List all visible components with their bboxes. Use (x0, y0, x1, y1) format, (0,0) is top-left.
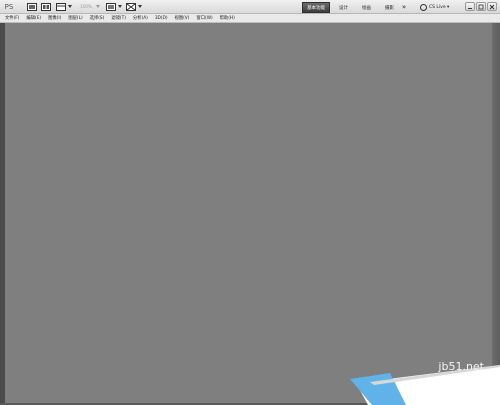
photoshop-window: PS 100% 基本功能 设计 绘画 摄影 » CS Live ▾ 文件(F) … (0, 0, 500, 405)
restore-button[interactable] (476, 2, 486, 11)
chevron-down-icon[interactable] (68, 5, 72, 8)
menu-window[interactable]: 窗口(W) (196, 14, 212, 23)
menu-layer[interactable]: 图层(L) (68, 14, 82, 23)
menu-image[interactable]: 图像(I) (48, 14, 61, 23)
menu-file[interactable]: 文件(F) (5, 14, 19, 23)
menu-help[interactable]: 帮助(H) (220, 14, 235, 23)
watermark-name: 脚本之家 (416, 378, 492, 399)
menu-bar: 文件(F) 编辑(E) 图像(I) 图层(L) 选择(S) 滤镜(T) 分析(A… (0, 14, 500, 23)
close-icon (489, 4, 495, 9)
cs-live-icon (420, 3, 427, 11)
bridge-icon (27, 3, 37, 11)
menu-view[interactable]: 视图(V) (175, 14, 190, 23)
ps-logo: PS (4, 3, 14, 11)
application-bar: PS 100% 基本功能 设计 绘画 摄影 » CS Live ▾ (0, 0, 500, 14)
right-panel-edge (492, 23, 500, 405)
zoom-level-field[interactable]: 100% (77, 3, 95, 11)
cs-live-button[interactable]: CS Live ▾ (420, 2, 449, 12)
watermark: jb51.net 脚本之家 (350, 355, 500, 405)
menu-3d[interactable]: 3D(D) (155, 14, 168, 23)
close-button[interactable] (487, 2, 497, 11)
cs-live-label: CS Live ▾ (429, 4, 450, 10)
minimize-button[interactable] (465, 2, 475, 11)
minibridge-icon (41, 3, 51, 11)
minimize-icon (468, 7, 472, 9)
chevron-down-icon[interactable] (138, 5, 142, 8)
arrange-documents-icon (106, 3, 116, 11)
workspace-design-button[interactable]: 设计 (334, 2, 353, 13)
window-controls (464, 2, 497, 11)
workspace-essentials-button[interactable]: 基本功能 (302, 1, 330, 13)
workspace-painting-button[interactable]: 绘画 (357, 2, 376, 13)
workspace-photography-button[interactable]: 摄影 (380, 2, 399, 13)
arrange-documents-button[interactable] (105, 2, 117, 12)
menu-filter[interactable]: 滤镜(T) (111, 14, 126, 23)
menu-analysis[interactable]: 分析(A) (133, 14, 148, 23)
menu-edit[interactable]: 编辑(E) (26, 14, 41, 23)
watermark-site: jb51.net (438, 360, 484, 373)
workspace-canvas-area (5, 23, 492, 405)
view-extras-icon (56, 3, 66, 11)
view-extras-button[interactable] (55, 2, 67, 12)
chevron-down-icon[interactable] (96, 5, 100, 8)
screen-mode-icon (126, 3, 136, 11)
chevron-down-icon[interactable] (118, 5, 122, 8)
screen-mode-button[interactable] (125, 2, 137, 12)
menu-select[interactable]: 选择(S) (90, 14, 105, 23)
restore-icon (478, 4, 484, 9)
more-workspaces-button[interactable]: » (399, 2, 409, 12)
launch-minibridge-button[interactable] (40, 2, 52, 12)
launch-bridge-button[interactable] (26, 2, 38, 12)
workspace-switcher: 基本功能 设计 绘画 摄影 (302, 0, 403, 14)
